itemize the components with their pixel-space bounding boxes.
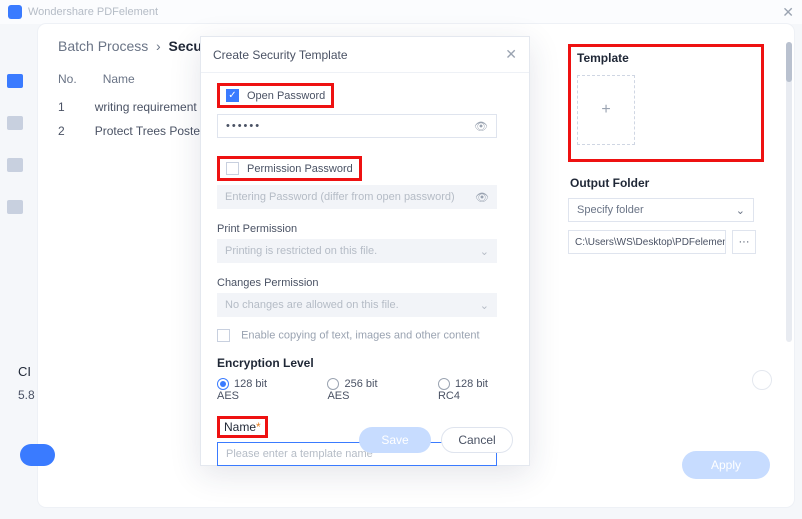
name-placeholder: Please enter a template name bbox=[226, 448, 373, 460]
table-header: No. Name bbox=[58, 72, 135, 86]
right-panel: Template + Output Folder Specify folder … bbox=[568, 44, 764, 254]
col-name: Name bbox=[103, 72, 135, 86]
rail-item-2[interactable] bbox=[7, 116, 23, 130]
radio-icon bbox=[438, 378, 450, 390]
breadcrumb-root[interactable]: Batch Process bbox=[58, 38, 148, 54]
modal-header: Create Security Template ✕ bbox=[201, 37, 529, 73]
col-no: No. bbox=[58, 72, 77, 86]
modal-title: Create Security Template bbox=[213, 48, 348, 62]
assistant-icon[interactable] bbox=[752, 370, 772, 390]
eye-icon: 👁 bbox=[475, 191, 489, 204]
name-label: Name bbox=[224, 420, 256, 434]
plus-icon: + bbox=[601, 101, 610, 119]
title-bar: Wondershare PDFelement ✕ bbox=[0, 0, 802, 24]
chevron-down-icon: ⌄ bbox=[480, 299, 489, 312]
breadcrumb: Batch Process › Security bbox=[58, 38, 224, 54]
cell-no: 2 bbox=[58, 124, 65, 138]
enable-copy-checkbox: ✓ bbox=[217, 329, 230, 342]
open-password-label: Open Password bbox=[247, 90, 325, 102]
output-folder-select[interactable]: Specify folder ⌄ bbox=[568, 198, 754, 222]
browse-folder-button[interactable]: ··· bbox=[732, 230, 756, 254]
open-password-checkbox[interactable]: ✓ bbox=[226, 89, 239, 102]
bottom-action-button[interactable] bbox=[20, 444, 55, 466]
changes-permission-label: Changes Permission bbox=[217, 277, 513, 289]
cell-no: 1 bbox=[58, 100, 65, 114]
encryption-level-label: Encryption Level bbox=[217, 356, 513, 370]
output-folder-label: Output Folder bbox=[570, 176, 764, 190]
open-password-row-highlight: ✓ Open Password bbox=[217, 83, 334, 108]
open-password-input[interactable]: •••••• 👁 bbox=[217, 114, 497, 138]
eye-icon[interactable]: 👁 bbox=[474, 120, 488, 133]
app-logo-icon bbox=[8, 5, 22, 19]
enc-opt-128aes[interactable]: 128 bit AES bbox=[217, 378, 291, 402]
cancel-button[interactable]: Cancel bbox=[441, 427, 513, 453]
window-close-icon[interactable]: ✕ bbox=[782, 4, 794, 21]
chevron-down-icon: ⌄ bbox=[736, 204, 745, 217]
permission-password-checkbox[interactable]: ✓ bbox=[226, 162, 239, 175]
apply-button[interactable]: Apply bbox=[682, 451, 770, 479]
output-path-field[interactable]: C:\Users\WS\Desktop\PDFelement\Sec bbox=[568, 230, 726, 254]
print-permission-select: Printing is restricted on this file.⌄ bbox=[217, 239, 497, 263]
radio-icon bbox=[217, 378, 229, 390]
changes-permission-select: No changes are allowed on this file.⌄ bbox=[217, 293, 497, 317]
ci-label: CI bbox=[18, 364, 31, 379]
encryption-radio-group: 128 bit AES 256 bit AES 128 bit RC4 bbox=[217, 378, 513, 402]
template-section-highlight: Template + bbox=[568, 44, 764, 162]
permission-password-input: Entering Password (differ from open pass… bbox=[217, 185, 497, 209]
add-template-button[interactable]: + bbox=[577, 75, 635, 145]
scrollbar[interactable] bbox=[786, 42, 792, 342]
chevron-down-icon: ⌄ bbox=[480, 245, 489, 258]
create-security-template-modal: Create Security Template ✕ ✓ Open Passwo… bbox=[200, 36, 530, 466]
perm-pw-placeholder: Entering Password (differ from open pass… bbox=[225, 191, 455, 203]
left-rail bbox=[0, 24, 30, 214]
save-button[interactable]: Save bbox=[359, 427, 431, 453]
modal-close-icon[interactable]: ✕ bbox=[505, 46, 517, 63]
permission-password-row-highlight: ✓ Permission Password bbox=[217, 156, 362, 181]
rail-item-1[interactable] bbox=[7, 74, 23, 88]
enable-copy-label: Enable copying of text, images and other… bbox=[241, 329, 480, 341]
enc-opt-128rc4[interactable]: 128 bit RC4 bbox=[438, 378, 513, 402]
enc-opt-256aes[interactable]: 256 bit AES bbox=[327, 378, 401, 402]
permission-password-label: Permission Password bbox=[247, 163, 353, 175]
app-title: Wondershare PDFelement bbox=[28, 6, 158, 18]
ci-value: 5.8 bbox=[18, 388, 35, 402]
rail-item-3[interactable] bbox=[7, 158, 23, 172]
print-permission-label: Print Permission bbox=[217, 223, 513, 235]
name-label-highlight: Name* bbox=[217, 416, 268, 438]
rail-item-4[interactable] bbox=[7, 200, 23, 214]
password-value: •••••• bbox=[226, 120, 261, 132]
radio-icon bbox=[327, 378, 339, 390]
template-heading: Template bbox=[571, 47, 761, 73]
select-value: Specify folder bbox=[577, 204, 644, 216]
required-asterisk: * bbox=[256, 420, 261, 434]
